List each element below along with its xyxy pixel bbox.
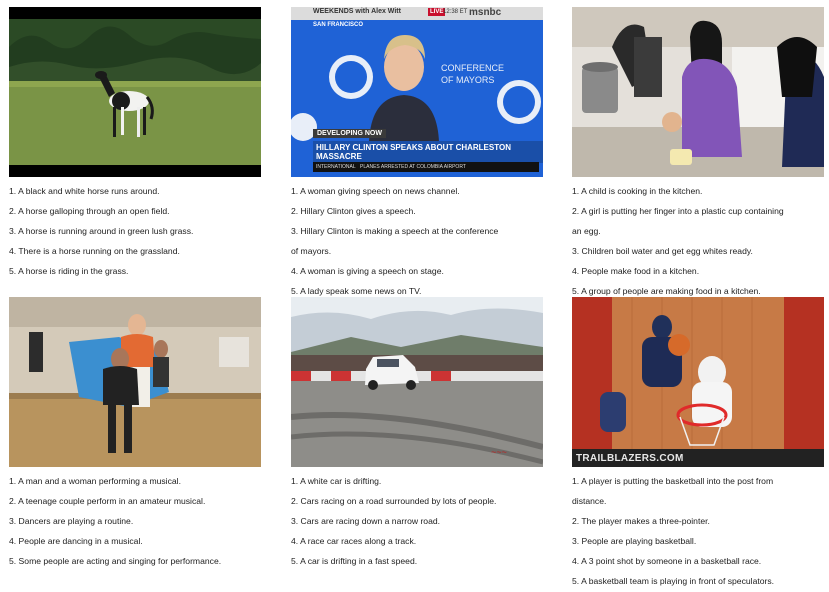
caption-line: 1. A black and white horse runs around.	[9, 186, 160, 196]
caption-line: 1. A white car is drifting.	[291, 476, 382, 486]
basketball-scene-image	[572, 297, 824, 467]
grid-cell-news-speech: WEEKENDS with Alex Witt LIVE 12:38 ET ms…	[291, 7, 543, 301]
kitchen-scene-image	[572, 7, 824, 177]
caption-line: 5. A basketball team is playing in front…	[572, 576, 775, 586]
basketball-caption-list: 1. A player is putting the basketball in…	[572, 471, 824, 591]
arena-board-text: TRAILBLAZERS.COM	[576, 453, 684, 464]
musical-caption-list: 1. A man and a woman performing a musica…	[9, 471, 261, 571]
caption-line: 2. Cars racing on a road surrounded by l…	[291, 496, 497, 506]
kitchen-video-thumbnail[interactable]	[572, 7, 824, 177]
caption-line: 3. Children boil water and get egg white…	[572, 246, 753, 256]
ticker-text: PLANES ARRESTED AT COLOMBIA AIRPORT	[360, 164, 466, 170]
caption-line: 1. A man and a woman performing a musica…	[9, 476, 181, 486]
car-caption-list: 1. A white car is drifting. 2. Cars raci…	[291, 471, 543, 571]
caption-line: 2. A horse galloping through an open fie…	[9, 206, 170, 216]
caption-line: 4. A race car races along a track.	[291, 536, 417, 546]
caption-line: 3. People are playing basketball.	[572, 536, 697, 546]
broadcast-time: 12:38 ET	[443, 9, 468, 15]
grid-cell-kitchen: 1. A child is cooking in the kitchen. 2.…	[572, 7, 824, 301]
location-label: SAN FRANCISCO	[313, 22, 364, 28]
musical-scene-image	[9, 297, 261, 467]
horse-scene-image	[9, 7, 261, 177]
caption-line: 4. A 3 point shot by someone in a basket…	[572, 556, 762, 566]
developing-now-tag: DEVELOPING NOW	[313, 129, 386, 138]
caption-line: an egg.	[572, 226, 601, 236]
caption-line: 4. A woman is giving a speech on stage.	[291, 266, 444, 276]
car-video-thumbnail[interactable]: ~~~	[291, 297, 543, 467]
news-headline-banner: HILLARY CLINTON SPEAKS ABOUT CHARLESTON …	[313, 141, 543, 163]
svg-text:~~~: ~~~	[491, 447, 507, 457]
horse-caption-list: 1. A black and white horse runs around. …	[9, 181, 261, 281]
grid-cell-basketball: TRAILBLAZERS.COM 1. A player is putting …	[572, 297, 824, 591]
caption-line: 2. A girl is putting her finger into a p…	[572, 206, 784, 216]
caption-line: 3. Dancers are playing a routine.	[9, 516, 134, 526]
horse-video-thumbnail[interactable]	[9, 7, 261, 177]
news-caption-list: 1. A woman giving speech on news channel…	[291, 181, 543, 301]
ticker-label: INTERNATIONAL	[316, 164, 356, 170]
caption-line: distance.	[572, 496, 607, 506]
caption-line: 5. A car is drifting in a fast speed.	[291, 556, 418, 566]
caption-line: 1. A player is putting the basketball in…	[572, 476, 774, 486]
caption-line: 3. Hillary Clinton is making a speech at…	[291, 226, 499, 236]
channel-logo: msnbc	[469, 7, 502, 18]
kitchen-caption-list: 1. A child is cooking in the kitchen. 2.…	[572, 181, 824, 301]
caption-line: 2. Hillary Clinton gives a speech.	[291, 206, 416, 216]
caption-line: 5. A horse is riding in the grass.	[9, 266, 129, 276]
grid-cell-horse: 1. A black and white horse runs around. …	[9, 7, 261, 281]
caption-line: 1. A woman giving speech on news channel…	[291, 186, 460, 196]
caption-line: 2. The player makes a three-pointer.	[572, 516, 710, 526]
grid-cell-musical: 1. A man and a woman performing a musica…	[9, 297, 261, 571]
basketball-video-thumbnail[interactable]: TRAILBLAZERS.COM	[572, 297, 824, 467]
caption-line: 1. A child is cooking in the kitchen.	[572, 186, 703, 196]
caption-line: 4. People are dancing in a musical.	[9, 536, 143, 546]
caption-line: 2. A teenage couple perform in an amateu…	[9, 496, 206, 506]
news-ticker: INTERNATIONAL PLANES ARRESTED AT COLOMBI…	[313, 162, 539, 172]
caption-line: 4. People make food in a kitchen.	[572, 266, 700, 276]
caption-line: 3. Cars are racing down a narrow road.	[291, 516, 441, 526]
caption-line: 4. There is a horse running on the grass…	[9, 246, 180, 256]
caption-line: 3. A horse is running around in green lu…	[9, 226, 194, 236]
caption-line: of mayors.	[291, 246, 332, 256]
backdrop-text: CONFERENCE OF MAYORS	[441, 63, 505, 85]
car-scene-image: ~~~	[291, 297, 543, 467]
musical-video-thumbnail[interactable]	[9, 297, 261, 467]
show-label: WEEKENDS with Alex Witt	[313, 8, 401, 15]
news-video-thumbnail[interactable]: WEEKENDS with Alex Witt LIVE 12:38 ET ms…	[291, 7, 543, 177]
caption-line: 5. Some people are acting and singing fo…	[9, 556, 222, 566]
grid-cell-car-drift: ~~~ 1. A white car is drifting. 2. Cars …	[291, 297, 543, 571]
